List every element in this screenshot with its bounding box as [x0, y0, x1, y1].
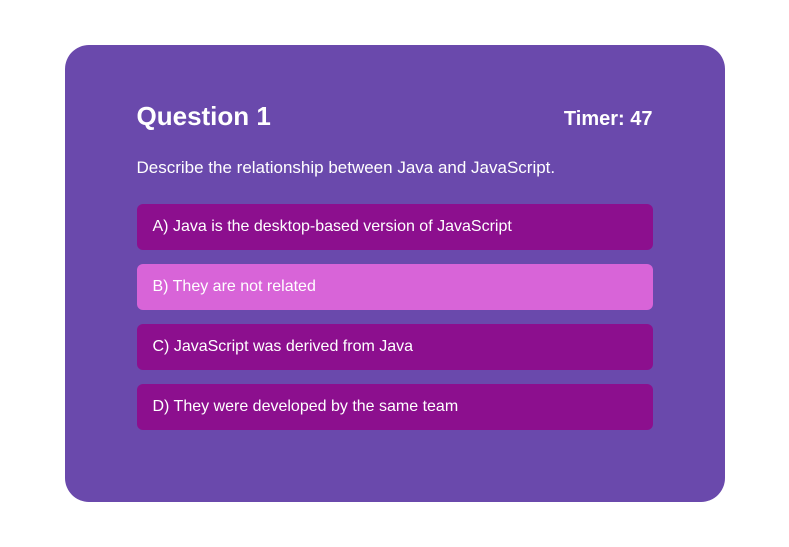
option-c[interactable]: C) JavaScript was derived from Java — [137, 324, 653, 370]
question-title: Question 1 — [137, 101, 271, 132]
question-text: Describe the relationship between Java a… — [137, 156, 653, 180]
timer: Timer: 47 — [564, 108, 653, 131]
option-d[interactable]: D) They were developed by the same team — [137, 384, 653, 430]
quiz-card: Question 1 Timer: 47 Describe the relati… — [65, 45, 725, 502]
header-row: Question 1 Timer: 47 — [137, 101, 653, 132]
options-list: A) Java is the desktop-based version of … — [137, 204, 653, 430]
option-a[interactable]: A) Java is the desktop-based version of … — [137, 204, 653, 250]
option-b[interactable]: B) They are not related — [137, 264, 653, 310]
